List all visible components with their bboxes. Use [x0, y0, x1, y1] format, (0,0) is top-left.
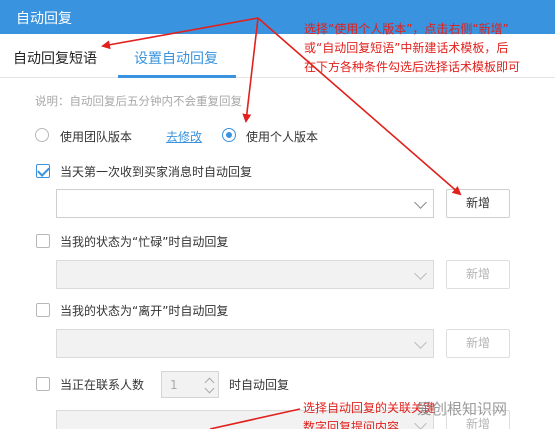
arrow-to-add-button — [257, 17, 462, 196]
arrow-to-personal-version — [242, 17, 259, 123]
arrow-to-phrases-tab — [101, 17, 259, 50]
annotation-arrows — [101, 17, 462, 429]
arrow-from-bottom-note — [209, 408, 301, 429]
